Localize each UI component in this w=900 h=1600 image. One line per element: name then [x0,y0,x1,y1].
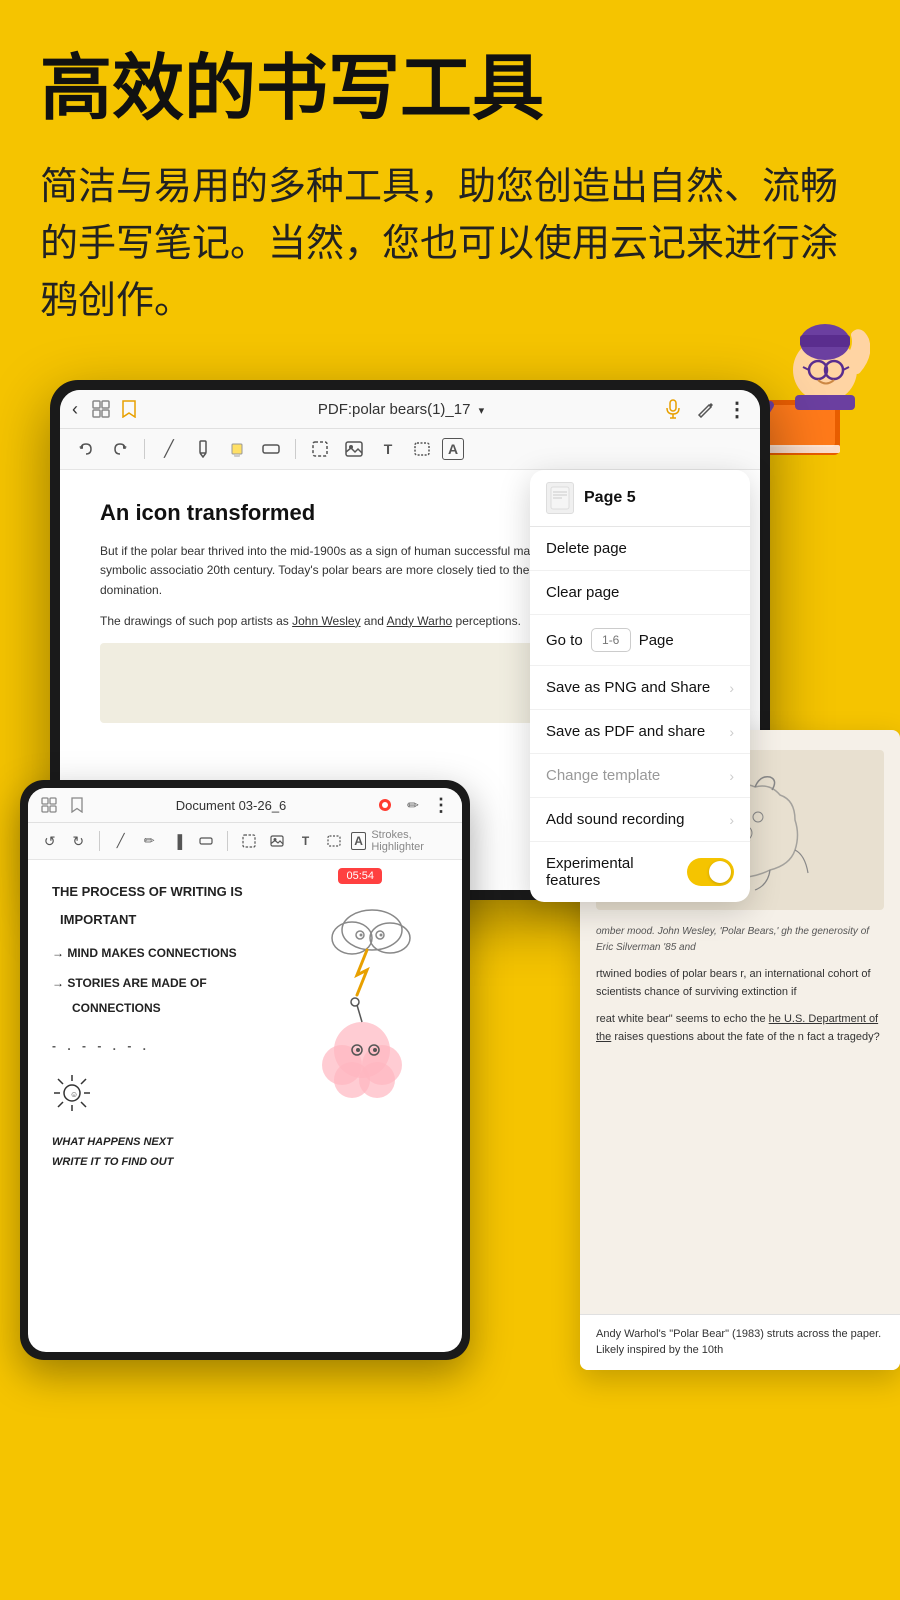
grid-icon[interactable] [90,398,112,420]
doodles [302,880,452,1180]
save-pdf-label: Save as PDF and share [546,723,705,740]
experimental-features-item[interactable]: Experimental features [530,842,750,902]
font-tool-button[interactable]: A [442,438,464,460]
second-redo[interactable]: ↻ [67,827,91,855]
goto-input[interactable] [591,628,631,652]
second-selection[interactable] [237,827,261,855]
save-pdf-chevron: › [729,724,734,740]
highlighter-tool-button[interactable] [223,435,251,463]
image-tool-button[interactable] [340,435,368,463]
pdf-para-3: reat white bear" seems to echo the he U.… [596,1011,884,1046]
hero-section: 高效的书写工具 简洁与易用的多种工具，助您创造出自然、流畅的手写笔记。当然，您也… [0,0,900,360]
second-eraser[interactable] [194,827,218,855]
devices-area: ‹ PDF:polar bears(1)_17 ▾ [0,360,900,1420]
pen-tool-button[interactable]: ╱ [155,435,183,463]
pdf-text-content: omber mood. John Wesley, 'Polar Bears,' … [596,924,884,1046]
second-text[interactable]: T [294,827,318,855]
second-doc-title: Document 03-26_6 [94,798,368,813]
second-record-icon[interactable] [374,794,396,816]
eraser-tool-button[interactable] [257,435,285,463]
add-sound-label: Add sound recording [546,811,684,828]
andy-warhol-link[interactable]: Andy Warho [387,614,453,628]
toggle-knob [709,861,731,883]
goto-page-label: Page [639,632,674,649]
pdf-footer-text: Andy Warhol's "Polar Bear" (1983) struts… [596,1328,881,1355]
sep [99,831,100,851]
second-toolbar: Document 03-26_6 ✏ ⋮ [28,788,462,823]
ipad-second-screen: Document 03-26_6 ✏ ⋮ ↺ ↻ ╱ ✏ ▐ [28,788,462,1352]
bookmark-icon[interactable] [118,398,140,420]
goto-container: Go to Page [546,628,674,652]
pdf-para-2: rtwined bodies of polar bears r, an inte… [596,966,884,1001]
second-undo[interactable]: ↺ [38,827,62,855]
doc-title: PDF:polar bears(1)_17 ▾ [148,401,654,418]
second-more-icon[interactable]: ⋮ [430,794,452,816]
change-template-chevron: › [729,768,734,784]
second-grid-icon[interactable] [38,794,60,816]
pdf-footer: Andy Warhol's "Polar Bear" (1983) struts… [580,1314,900,1370]
save-pdf-item[interactable]: Save as PDF and share › [530,710,750,754]
shape-tool-button[interactable] [408,435,436,463]
second-font[interactable]: A [351,832,366,850]
microphone-icon[interactable] [662,398,684,420]
edit-icon[interactable] [694,398,716,420]
menu-header: Page 5 [530,470,750,527]
save-png-item[interactable]: Save as PNG and Share › [530,666,750,710]
delete-page-label: Delete page [546,540,627,557]
second-content: 05:54 THE PROCESS OF WRITING IS IMPORTAN… [28,860,462,1352]
ipad-toolbar: ‹ PDF:polar bears(1)_17 ▾ [60,390,760,429]
toolbar-right: ⋮ [662,398,748,420]
undo-button[interactable] [72,435,100,463]
john-wesley-link[interactable]: John Wesley [292,614,360,628]
goto-label: Go to [546,632,583,649]
second-edit-icon[interactable]: ✏ [402,794,424,816]
clear-page-item[interactable]: Clear page [530,571,750,615]
redo-button[interactable] [106,435,134,463]
back-button[interactable]: ‹ [72,399,78,420]
second-drawing-toolbar: ↺ ↻ ╱ ✏ ▐ T A [28,823,462,860]
experimental-label: Experimental features [546,855,687,889]
drawing-toolbar: ╱ T [60,429,760,470]
separator2 [295,439,296,459]
goto-page-item[interactable]: Go to Page [530,615,750,666]
delete-page-item[interactable]: Delete page [530,527,750,571]
hero-title: 高效的书写工具 [40,50,860,129]
save-png-chevron: › [729,680,734,696]
text-tool-button[interactable]: T [374,435,402,463]
strokes-label: Strokes, Highlighter [371,829,452,853]
clear-page-label: Clear page [546,584,619,601]
sep2 [227,831,228,851]
second-pencil[interactable]: ✏ [137,827,161,855]
second-pen[interactable]: ╱ [109,827,133,855]
change-template-label: Change template [546,767,660,784]
page-thumbnail-icon [546,482,574,514]
change-template-item[interactable]: Change template › [530,754,750,798]
pdf-para-1: omber mood. John Wesley, 'Polar Bears,' … [596,924,884,956]
pencil-tool-button[interactable] [189,435,217,463]
context-menu: Page 5 Delete page Clear page Go to Page… [530,470,750,902]
toolbar-grid-icons [90,398,140,420]
save-png-label: Save as PNG and Share [546,679,710,696]
ipad-second: Document 03-26_6 ✏ ⋮ ↺ ↻ ╱ ✏ ▐ [20,780,470,1360]
svg-text:☺: ☺ [70,1090,78,1099]
selection-tool-button[interactable] [306,435,334,463]
second-shape[interactable] [322,827,346,855]
experimental-toggle[interactable] [687,858,734,886]
add-sound-chevron: › [729,812,734,828]
second-image[interactable] [265,827,289,855]
second-bookmark-icon[interactable] [66,794,88,816]
second-highlighter[interactable]: ▐ [166,827,190,855]
add-sound-item[interactable]: Add sound recording › [530,798,750,842]
more-options-icon[interactable]: ⋮ [726,398,748,420]
separator [144,439,145,459]
menu-page-title: Page 5 [584,489,636,507]
